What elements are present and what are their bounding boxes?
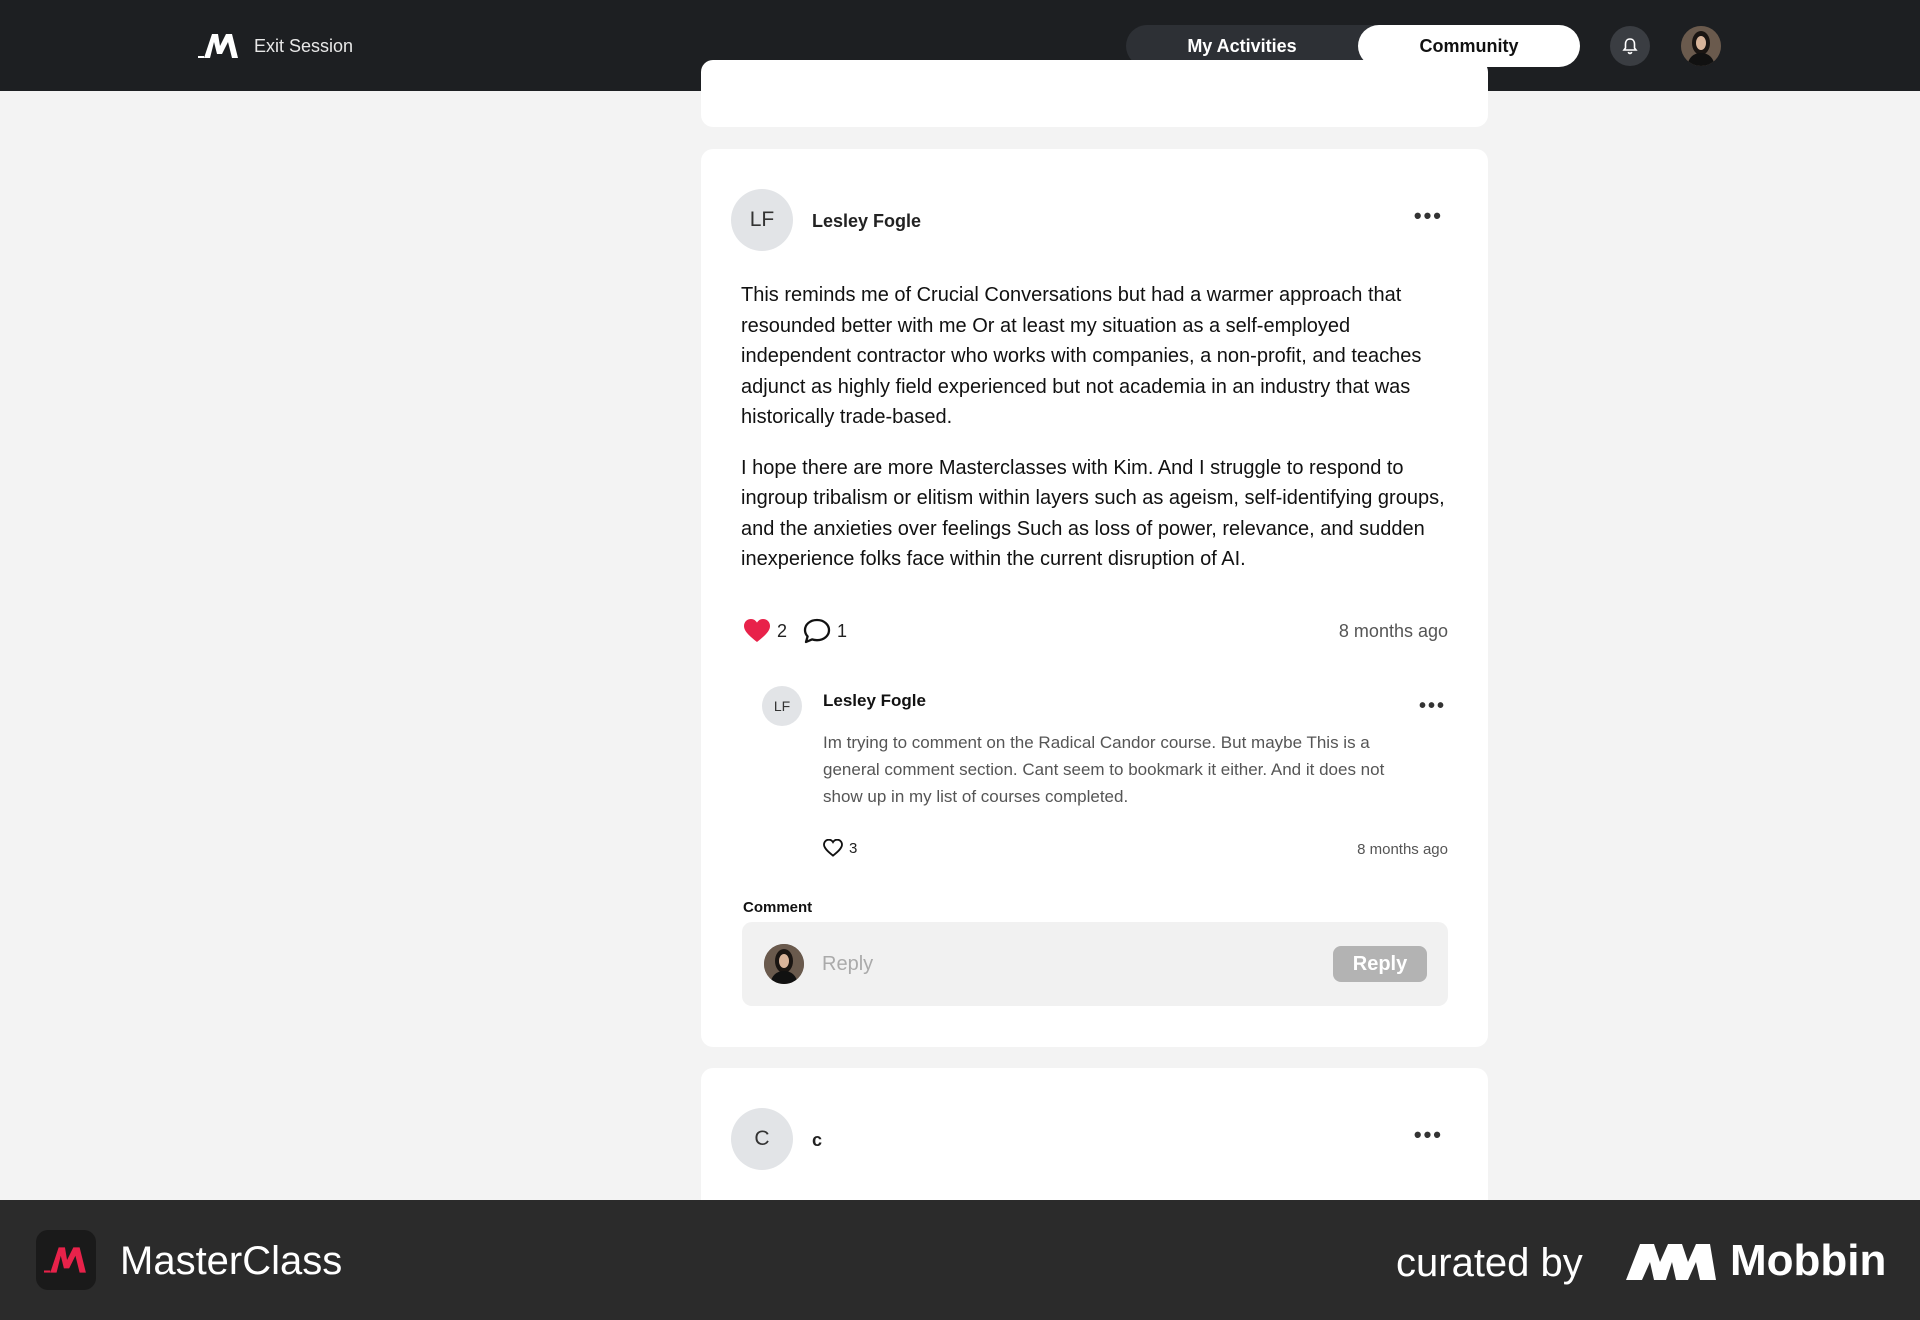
brand-name: MasterClass xyxy=(120,1239,343,1283)
masterclass-app-icon xyxy=(36,1230,96,1290)
post-more-options-button[interactable]: ••• xyxy=(1414,205,1443,227)
post-card: LF Lesley Fogle ••• This reminds me of C… xyxy=(701,149,1488,1047)
post-paragraph: I hope there are more Masterclasses with… xyxy=(741,456,1445,571)
curated-by-text: curated by xyxy=(1396,1241,1583,1285)
like-button[interactable]: 2 xyxy=(743,618,787,644)
post-author-name[interactable]: c xyxy=(812,1130,822,1151)
user-avatar[interactable] xyxy=(1681,26,1721,66)
curator-name: Mobbin xyxy=(1730,1236,1887,1285)
post-body: This reminds me of Crucial Conversations… xyxy=(741,280,1453,595)
user-photo-icon xyxy=(764,944,804,984)
previous-post-card xyxy=(701,60,1488,127)
post-author-avatar[interactable]: C xyxy=(731,1108,793,1170)
composer-avatar xyxy=(764,944,804,984)
reply-timestamp: 8 months ago xyxy=(1357,841,1448,858)
reply-more-options-button[interactable]: ••• xyxy=(1419,696,1446,716)
notifications-button[interactable] xyxy=(1610,26,1650,66)
reply-submit-button[interactable]: Reply xyxy=(1333,946,1427,982)
comment-bubble-icon xyxy=(803,618,831,644)
like-count: 2 xyxy=(777,620,788,641)
reply-input[interactable] xyxy=(822,942,1322,986)
comment-label: Comment xyxy=(743,899,813,916)
exit-session-link[interactable]: Exit Session xyxy=(254,35,353,57)
heart-filled-icon xyxy=(744,619,770,642)
post-more-options-button[interactable]: ••• xyxy=(1414,1124,1443,1146)
bell-icon xyxy=(1622,38,1638,55)
mobbin-logo-icon xyxy=(1626,1244,1716,1280)
heart-outline-icon xyxy=(823,839,843,857)
reply-text: Im trying to comment on the Radical Cand… xyxy=(823,733,1385,806)
post-author-name[interactable]: Lesley Fogle xyxy=(812,211,921,232)
reply-author-name[interactable]: Lesley Fogle xyxy=(823,691,926,711)
masterclass-logo-icon xyxy=(44,1247,86,1273)
masterclass-logo-icon[interactable] xyxy=(198,32,240,60)
comment-composer: Reply xyxy=(742,922,1448,1006)
comment-count: 1 xyxy=(837,620,848,641)
post-paragraph: This reminds me of Crucial Conversations… xyxy=(741,284,1422,428)
user-photo-icon xyxy=(1681,26,1721,66)
post-timestamp: 8 months ago xyxy=(1338,621,1448,641)
reply-like-button[interactable]: 3 xyxy=(823,839,857,857)
post-author-avatar[interactable]: LF xyxy=(731,189,793,251)
post-actions: 2 1 xyxy=(743,616,847,646)
comment-button[interactable]: 1 xyxy=(803,618,847,644)
reply-like-count: 3 xyxy=(849,839,858,857)
reply-author-avatar[interactable]: LF xyxy=(762,686,802,726)
footer-banner: MasterClass curated by Mobbin xyxy=(0,1200,1920,1320)
